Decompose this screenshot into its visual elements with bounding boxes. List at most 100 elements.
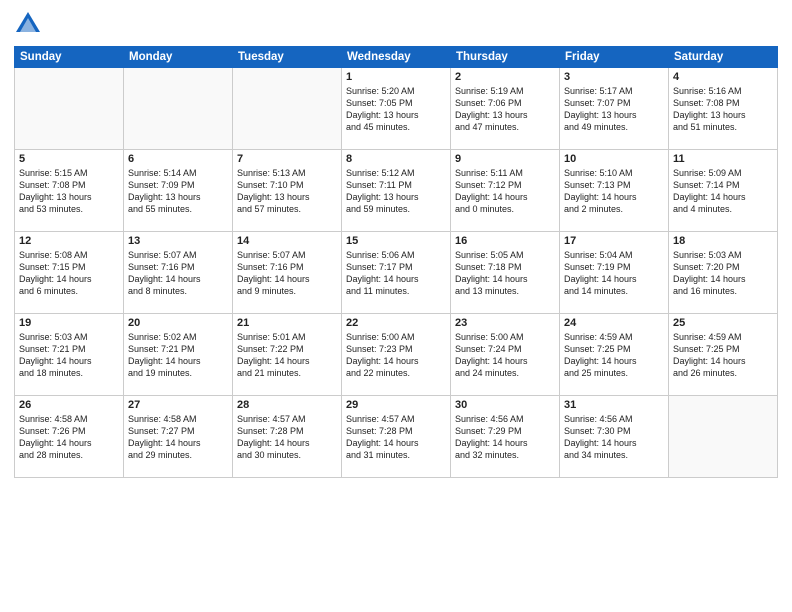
day-cell: 27Sunrise: 4:58 AM Sunset: 7:27 PM Dayli… [124,396,233,478]
day-number: 11 [673,153,773,165]
day-number: 14 [237,235,337,247]
day-number: 15 [346,235,446,247]
day-cell: 21 Sunrise: 5:01 AM Sunset: 7:22 PM Dayli… [233,314,342,396]
day-cell: 20Sunrise: 5:02 AM Sunset: 7:21 PM Dayli… [124,314,233,396]
day-cell: 30 Sunrise: 4:56 AM Sunset: 7:29 PM Dayli… [451,396,560,478]
day-info: Sunrise: 5:02 AM Sunset: 7:21 PM Dayligh… [128,331,228,380]
day-number: 1 [346,71,446,83]
day-number: 25 [673,317,773,329]
day-number: 13 [128,235,228,247]
day-cell: 6 Sunrise: 5:14 AM Sunset: 7:09 PM Daylig… [124,150,233,232]
day-info: Sunrise: 4:58 AM Sunset: 7:26 PM Dayligh… [19,413,119,462]
weekday-header-thursday: Thursday [451,47,560,68]
day-number: 22 [346,317,446,329]
day-info: Sunrise: 4:57 AM Sunset: 7:28 PM Dayligh… [346,413,446,462]
day-cell: 19 Sunrise: 5:03 AM Sunset: 7:21 PM Dayli… [15,314,124,396]
day-info: Sunrise: 5:07 AM Sunset: 7:16 PM Dayligh… [237,249,337,298]
calendar-body: 1 Sunrise: 5:20 AM Sunset: 7:05 PM Daylig… [15,68,778,478]
page: SundayMondayTuesdayWednesdayThursdayFrid… [0,0,792,612]
day-cell: 18Sunrise: 5:03 AM Sunset: 7:20 PM Dayli… [669,232,778,314]
week-row-1: 1 Sunrise: 5:20 AM Sunset: 7:05 PM Daylig… [15,68,778,150]
day-info: Sunrise: 4:59 AM Sunset: 7:25 PM Dayligh… [564,331,664,380]
day-info: Sunrise: 4:57 AM Sunset: 7:28 PM Dayligh… [237,413,337,462]
day-info: Sunrise: 5:07 AM Sunset: 7:16 PM Dayligh… [128,249,228,298]
day-cell: 13 Sunrise: 5:07 AM Sunset: 7:16 PM Dayli… [124,232,233,314]
day-cell: 24 Sunrise: 4:59 AM Sunset: 7:25 PM Dayli… [560,314,669,396]
day-number: 21 [237,317,337,329]
day-number: 10 [564,153,664,165]
day-info: Sunrise: 5:12 AM Sunset: 7:11 PM Dayligh… [346,167,446,216]
weekday-header-tuesday: Tuesday [233,47,342,68]
day-cell: 25Sunrise: 4:59 AM Sunset: 7:25 PM Dayli… [669,314,778,396]
day-cell: 12 Sunrise: 5:08 AM Sunset: 7:15 PM Dayli… [15,232,124,314]
day-info: Sunrise: 5:20 AM Sunset: 7:05 PM Dayligh… [346,85,446,134]
day-info: Sunrise: 5:01 AM Sunset: 7:22 PM Dayligh… [237,331,337,380]
day-cell: 11 Sunrise: 5:09 AM Sunset: 7:14 PM Dayli… [669,150,778,232]
day-info: Sunrise: 5:13 AM Sunset: 7:10 PM Dayligh… [237,167,337,216]
day-info: Sunrise: 5:09 AM Sunset: 7:14 PM Dayligh… [673,167,773,216]
day-info: Sunrise: 5:15 AM Sunset: 7:08 PM Dayligh… [19,167,119,216]
day-cell: 28 Sunrise: 4:57 AM Sunset: 7:28 PM Dayli… [233,396,342,478]
week-row-5: 26 Sunrise: 4:58 AM Sunset: 7:26 PM Dayli… [15,396,778,478]
day-number: 17 [564,235,664,247]
day-number: 28 [237,399,337,411]
day-info: Sunrise: 5:03 AM Sunset: 7:21 PM Dayligh… [19,331,119,380]
day-cell [124,68,233,150]
day-info: Sunrise: 4:56 AM Sunset: 7:30 PM Dayligh… [564,413,664,462]
day-number: 29 [346,399,446,411]
day-number: 26 [19,399,119,411]
week-row-3: 12 Sunrise: 5:08 AM Sunset: 7:15 PM Dayli… [15,232,778,314]
day-number: 30 [455,399,555,411]
day-info: Sunrise: 4:56 AM Sunset: 7:29 PM Dayligh… [455,413,555,462]
day-cell: 9Sunrise: 5:11 AM Sunset: 7:12 PM Daylig… [451,150,560,232]
weekday-header-wednesday: Wednesday [342,47,451,68]
day-info: Sunrise: 5:08 AM Sunset: 7:15 PM Dayligh… [19,249,119,298]
day-cell: 26 Sunrise: 4:58 AM Sunset: 7:26 PM Dayli… [15,396,124,478]
day-cell: 7Sunrise: 5:13 AM Sunset: 7:10 PM Daylig… [233,150,342,232]
weekday-header-monday: Monday [124,47,233,68]
day-number: 4 [673,71,773,83]
day-number: 18 [673,235,773,247]
day-cell: 4 Sunrise: 5:16 AM Sunset: 7:08 PM Daylig… [669,68,778,150]
week-row-4: 19 Sunrise: 5:03 AM Sunset: 7:21 PM Dayli… [15,314,778,396]
day-cell [669,396,778,478]
day-cell: 8 Sunrise: 5:12 AM Sunset: 7:11 PM Daylig… [342,150,451,232]
logo-icon [14,10,42,38]
day-number: 8 [346,153,446,165]
day-cell: 15Sunrise: 5:06 AM Sunset: 7:17 PM Dayli… [342,232,451,314]
day-info: Sunrise: 5:16 AM Sunset: 7:08 PM Dayligh… [673,85,773,134]
day-cell: 14 Sunrise: 5:07 AM Sunset: 7:16 PM Dayli… [233,232,342,314]
day-number: 12 [19,235,119,247]
weekday-header-friday: Friday [560,47,669,68]
day-cell: 1 Sunrise: 5:20 AM Sunset: 7:05 PM Daylig… [342,68,451,150]
day-cell: 5 Sunrise: 5:15 AM Sunset: 7:08 PM Daylig… [15,150,124,232]
day-info: Sunrise: 5:14 AM Sunset: 7:09 PM Dayligh… [128,167,228,216]
logo [14,10,46,38]
day-info: Sunrise: 5:05 AM Sunset: 7:18 PM Dayligh… [455,249,555,298]
day-cell: 16 Sunrise: 5:05 AM Sunset: 7:18 PM Dayli… [451,232,560,314]
weekday-header-saturday: Saturday [669,47,778,68]
day-cell [15,68,124,150]
weekday-header-sunday: Sunday [15,47,124,68]
calendar: SundayMondayTuesdayWednesdayThursdayFrid… [14,46,778,478]
day-number: 23 [455,317,555,329]
day-number: 24 [564,317,664,329]
day-number: 2 [455,71,555,83]
day-cell: 22Sunrise: 5:00 AM Sunset: 7:23 PM Dayli… [342,314,451,396]
header [14,10,778,38]
day-number: 5 [19,153,119,165]
day-cell: 31Sunrise: 4:56 AM Sunset: 7:30 PM Dayli… [560,396,669,478]
day-cell [233,68,342,150]
day-info: Sunrise: 5:10 AM Sunset: 7:13 PM Dayligh… [564,167,664,216]
day-number: 19 [19,317,119,329]
day-info: Sunrise: 5:04 AM Sunset: 7:19 PM Dayligh… [564,249,664,298]
day-cell: 29 Sunrise: 4:57 AM Sunset: 7:28 PM Dayli… [342,396,451,478]
day-number: 6 [128,153,228,165]
day-info: Sunrise: 5:19 AM Sunset: 7:06 PM Dayligh… [455,85,555,134]
day-info: Sunrise: 5:17 AM Sunset: 7:07 PM Dayligh… [564,85,664,134]
day-info: Sunrise: 5:00 AM Sunset: 7:24 PM Dayligh… [455,331,555,380]
week-row-2: 5 Sunrise: 5:15 AM Sunset: 7:08 PM Daylig… [15,150,778,232]
calendar-header: SundayMondayTuesdayWednesdayThursdayFrid… [15,47,778,68]
day-number: 16 [455,235,555,247]
day-number: 9 [455,153,555,165]
